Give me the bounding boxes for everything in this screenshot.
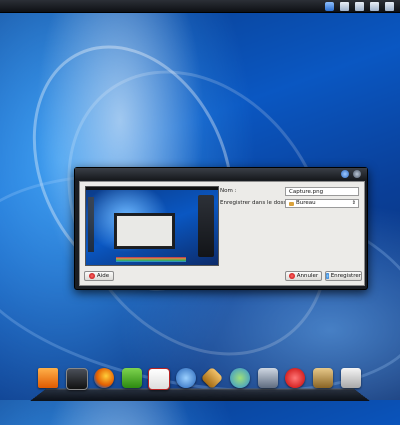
preview-left-bar: [88, 197, 94, 252]
archive-icon[interactable]: [313, 368, 333, 388]
preview-window: [116, 215, 173, 247]
save-icon: [326, 273, 329, 279]
widget-icon[interactable]: [355, 2, 364, 11]
preview-side-panel: [198, 195, 214, 257]
media-player-icon[interactable]: [285, 368, 305, 388]
screenshot-icon[interactable]: [341, 368, 361, 388]
save-button-label: Enregistrer: [330, 273, 361, 279]
dialog-content: Nom : Capture.png Enregistrer dans le do…: [79, 181, 365, 286]
help-icon: [88, 273, 95, 279]
minimize-icon[interactable]: [341, 170, 349, 178]
top-widgets: [325, 2, 394, 11]
close-icon[interactable]: [353, 170, 361, 178]
folder-value: Bureau: [296, 200, 316, 206]
help-button[interactable]: Aide: [84, 271, 114, 281]
cancel-icon: [288, 273, 295, 279]
cancel-button-label: Annuler: [296, 273, 319, 279]
widget-icon[interactable]: [340, 2, 349, 11]
save-button[interactable]: Enregistrer: [325, 271, 362, 281]
widget-icon[interactable]: [370, 2, 379, 11]
dialog-titlebar[interactable]: [75, 168, 367, 180]
preview-dock: [116, 257, 186, 262]
folder-icon: [289, 201, 294, 206]
gmail-icon[interactable]: [148, 368, 170, 390]
screenshot-preview: [85, 186, 219, 266]
folder-select[interactable]: Bureau ⇕: [285, 199, 359, 208]
vlc-icon[interactable]: [38, 368, 58, 388]
help-button-label: Aide: [96, 273, 110, 279]
mail-send-icon[interactable]: [258, 368, 278, 388]
preview-top-panel: [86, 187, 218, 190]
cancel-button[interactable]: Annuler: [285, 271, 322, 281]
terminal-icon[interactable]: [176, 368, 196, 388]
widget-icon[interactable]: [385, 2, 394, 11]
firefox-icon[interactable]: [94, 368, 114, 388]
settings-icon[interactable]: [122, 368, 142, 388]
chat-icon[interactable]: [230, 368, 250, 388]
name-label: Nom :: [220, 188, 237, 194]
music-widget-icon[interactable]: [325, 2, 334, 11]
chevron-updown-icon: ⇕: [351, 200, 356, 206]
dock-shelf: [30, 388, 370, 401]
save-screenshot-dialog: Nom : Capture.png Enregistrer dans le do…: [74, 167, 368, 290]
top-panel: [0, 0, 400, 13]
monitor-icon[interactable]: [66, 368, 88, 390]
filename-input[interactable]: Capture.png: [285, 187, 359, 196]
